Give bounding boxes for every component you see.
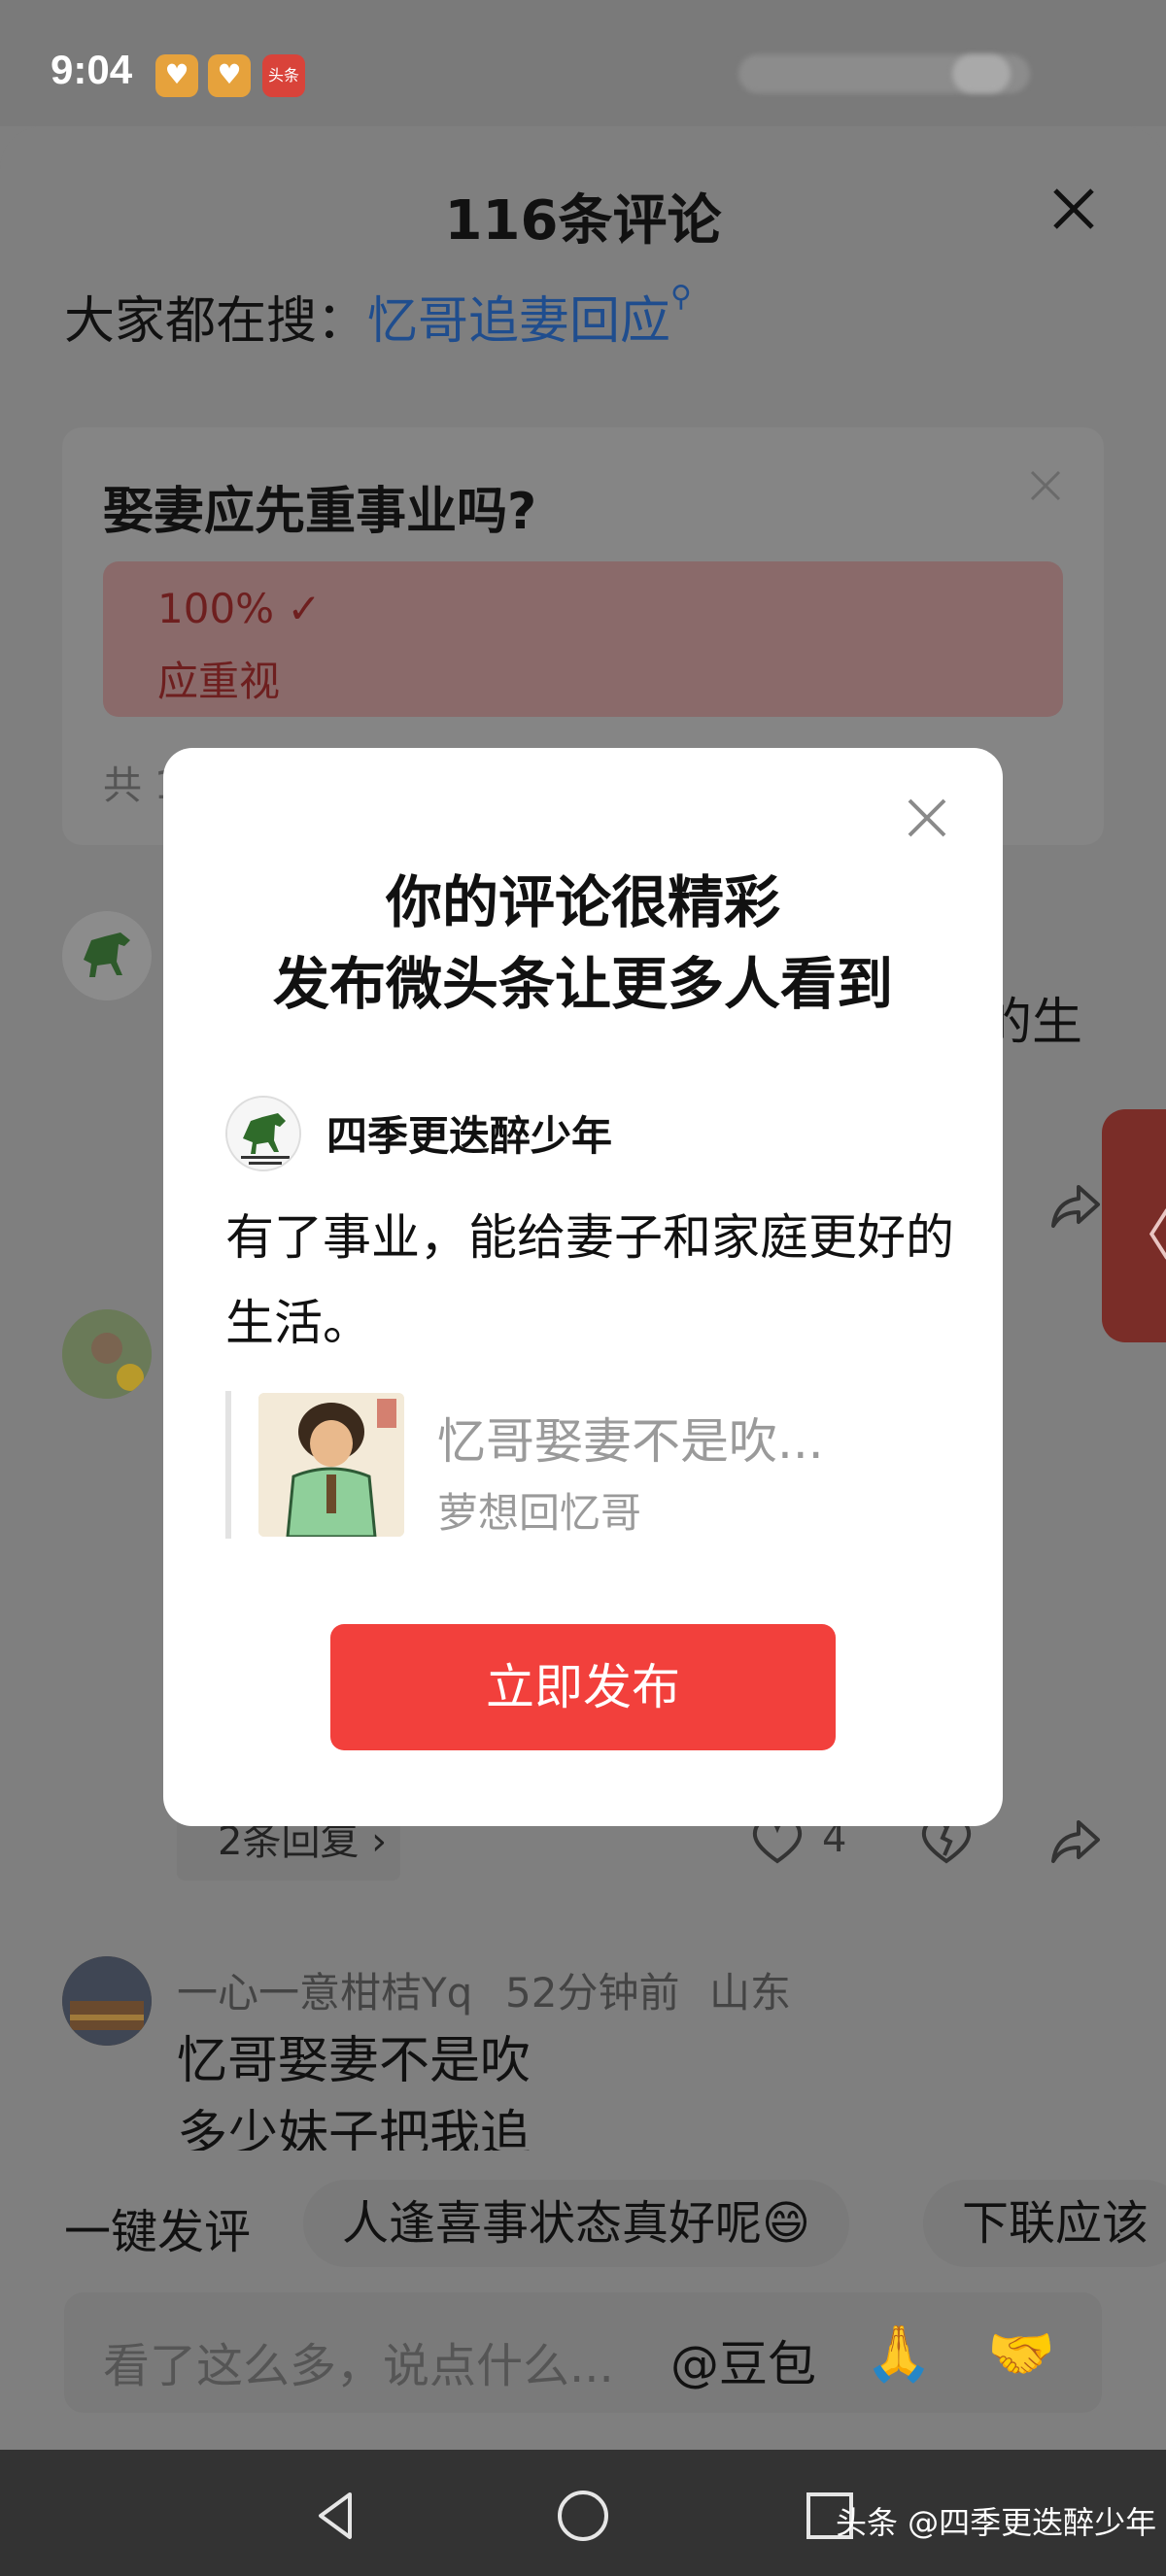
poll-percent: 100% ✓ <box>157 585 322 632</box>
comment-input-placeholder[interactable]: 看了这么多，说点什么... <box>103 2327 614 2395</box>
quoted-post[interactable]: 忆哥娶妻不是吹... 萝想回忆哥 <box>225 1391 944 1539</box>
poll-question: 娶妻应先重事业吗? <box>103 483 537 541</box>
horse-avatar-icon <box>227 1098 299 1169</box>
quoted-post-thumbnail <box>258 1393 404 1537</box>
quick-reply-chip[interactable]: 人逢喜事状态真好呢😄 <box>303 2180 850 2267</box>
search-icon: ⚲ <box>670 280 693 314</box>
quoted-post-title: 忆哥娶妻不是吹... <box>437 1413 824 1470</box>
user-avatar-icon <box>62 1956 152 2046</box>
dialog-title-line1: 你的评论很精彩 <box>385 869 780 935</box>
close-icon[interactable] <box>1049 185 1098 233</box>
avatar[interactable] <box>62 1956 152 2046</box>
trending-search[interactable]: 大家都在搜：忆哥追妻回应⚲ <box>64 280 692 353</box>
publish-prompt-dialog: 你的评论很精彩 发布微头条让更多人看到 四季更迭醉少年 有了事业，能给妻子和家庭… <box>163 748 1003 1826</box>
close-icon[interactable] <box>906 797 948 839</box>
comment-time: 52分钟前 <box>505 1969 680 2017</box>
post-preview-text: 有了事业，能给妻子和家庭更好的生活。 <box>225 1209 954 1351</box>
mention-doubao-button[interactable]: @豆包 <box>670 2325 816 2395</box>
quick-reply-label: 一键发评 <box>64 2205 252 2259</box>
dialog-title-line2: 发布微头条让更多人看到 <box>272 951 893 1017</box>
comment-input-bar[interactable]: 看了这么多，说点什么... @豆包 🙏 🤝 <box>64 2292 1102 2413</box>
avatar[interactable] <box>62 911 152 1000</box>
home-icon[interactable] <box>554 2487 612 2545</box>
cartoon-thumbnail-icon <box>258 1393 404 1537</box>
author-name: 四季更迭醉少年 <box>326 1112 613 1160</box>
trending-search-term[interactable]: 忆哥追妻回应 <box>367 292 670 351</box>
back-icon[interactable] <box>307 2487 365 2545</box>
share-icon[interactable] <box>1046 1175 1104 1234</box>
comments-title: 116条评论 <box>444 189 722 253</box>
status-time: 9:04 <box>51 47 133 92</box>
battery-icon <box>952 54 1011 93</box>
app-notification-icon-2 <box>208 54 251 97</box>
avatar[interactable] <box>62 1309 152 1399</box>
watermark: 头条 @四季更迭醉少年 <box>836 2504 1157 2541</box>
share-icon[interactable] <box>1046 1811 1104 1869</box>
system-nav-bar: 头条 @四季更迭醉少年 <box>0 2450 1166 2576</box>
poll-close-icon[interactable] <box>1026 466 1065 505</box>
poll-option-bar[interactable]: 100% ✓ 应重视 <box>103 561 1063 717</box>
app-notification-icon <box>155 54 198 97</box>
status-bar: 9:04 头条 <box>0 0 1166 126</box>
handshake-emoji-icon[interactable]: 🤝 <box>987 2322 1055 2386</box>
side-drawer-tab[interactable]: 〈 <box>1102 1109 1166 1342</box>
poll-option-label: 应重视 <box>157 658 281 705</box>
publish-now-button[interactable]: 立即发布 <box>330 1624 836 1750</box>
trending-search-prefix: 大家都在搜： <box>64 292 368 351</box>
pray-emoji-icon[interactable]: 🙏 <box>865 2322 933 2386</box>
comment-line: 忆哥娶妻不是吹 <box>177 2032 532 2090</box>
quick-reply-row: 一键发评 人逢喜事状态真好呢😄 下联应该 <box>0 2180 1166 2277</box>
quick-reply-chip[interactable]: 下联应该 <box>923 2180 1166 2267</box>
comment-line: 多少妹子把我追 <box>177 2106 532 2151</box>
user-avatar-icon <box>62 1309 152 1399</box>
toutiao-notification-icon: 头条 <box>262 54 305 97</box>
quoted-post-source: 萝想回忆哥 <box>437 1489 642 1537</box>
comment-location: 山东 <box>709 1969 792 2017</box>
author-avatar <box>225 1096 301 1171</box>
comment-author[interactable]: 一心一意柑桔Yq <box>177 1960 472 2019</box>
horse-avatar-icon <box>62 911 152 1000</box>
chevron-left-icon: 〈 <box>1117 1193 1166 1271</box>
